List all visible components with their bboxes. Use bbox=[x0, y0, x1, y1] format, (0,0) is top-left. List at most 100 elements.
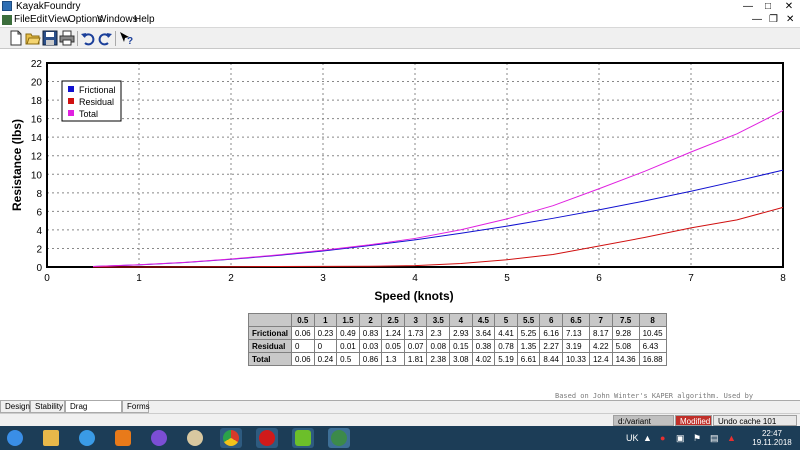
help-icon[interactable]: ? bbox=[118, 30, 134, 46]
minimize-button[interactable]: — bbox=[738, 0, 758, 13]
table-cell: 0.83 bbox=[358, 326, 383, 340]
open-icon[interactable] bbox=[25, 30, 41, 46]
menu-edit[interactable]: Edit bbox=[30, 13, 47, 27]
title-bar: KayakFoundry — □ ✕ bbox=[0, 0, 800, 14]
undo-icon[interactable] bbox=[80, 30, 96, 46]
legend-residual: Residual bbox=[79, 97, 114, 107]
table-header-cell: 6.5 bbox=[561, 313, 590, 327]
table-cell: 1.24 bbox=[381, 326, 405, 340]
y-tick-label: 14 bbox=[31, 133, 43, 144]
table-cell: 2.38 bbox=[426, 352, 451, 366]
table-cell: 0.49 bbox=[336, 326, 360, 340]
print-icon[interactable] bbox=[59, 30, 75, 46]
x-tick-label: 4 bbox=[412, 273, 418, 284]
media-player-icon[interactable] bbox=[112, 428, 134, 448]
table-header-cell: 0.5 bbox=[291, 313, 315, 327]
table-cell: 1.73 bbox=[403, 326, 428, 340]
series-line-total bbox=[92, 110, 784, 267]
antivirus-icon[interactable]: ● bbox=[660, 426, 665, 450]
table-header-cell: 1.5 bbox=[336, 313, 360, 327]
chrome-icon[interactable] bbox=[220, 428, 242, 448]
table-header-cell: 7 bbox=[588, 313, 613, 327]
table-cell: 5.08 bbox=[611, 339, 640, 353]
menu-view[interactable]: View bbox=[48, 13, 70, 27]
table-cell: 6.61 bbox=[516, 352, 541, 366]
tab-forms[interactable]: Forms bbox=[122, 401, 150, 413]
close-button[interactable]: ✕ bbox=[778, 0, 800, 13]
table-cell: 5.25 bbox=[516, 326, 541, 340]
paint-icon[interactable] bbox=[184, 428, 206, 448]
kayakfoundry-icon[interactable] bbox=[328, 428, 350, 448]
table-header-cell: 6 bbox=[539, 313, 563, 327]
speaker-icon[interactable]: ▲ bbox=[727, 426, 736, 450]
table-cell: 0.38 bbox=[471, 339, 496, 353]
y-axis-ticks: 0 2 4 6 8 10 12 14 16 18 20 22 bbox=[31, 59, 43, 274]
opera-icon[interactable] bbox=[256, 428, 278, 448]
table-header-cell: 8 bbox=[638, 313, 667, 327]
y-tick-label: 2 bbox=[36, 244, 42, 255]
menu-file[interactable]: File bbox=[14, 13, 30, 27]
start-icon[interactable] bbox=[4, 428, 26, 448]
x-axis-ticks: 0 1 2 3 4 5 6 7 8 bbox=[44, 273, 786, 284]
table-header-cell: 4 bbox=[449, 313, 473, 327]
status-file: d:/variant 111.yak bbox=[613, 415, 674, 437]
legend-swatch-residual bbox=[68, 98, 74, 104]
taskbar: UK ▲ ● ▣ ⚑ ▤ ▲ 22:47 19.11.2018 bbox=[0, 426, 800, 450]
redo-icon[interactable] bbox=[97, 30, 113, 46]
x-tick-label: 1 bbox=[136, 273, 142, 284]
doc-restore-button[interactable]: ❐ bbox=[769, 13, 778, 27]
table-row-label: Frictional bbox=[247, 326, 293, 340]
y-tick-label: 8 bbox=[36, 189, 42, 200]
clock[interactable]: 22:47 19.11.2018 bbox=[752, 429, 792, 447]
table-cell: 2.93 bbox=[449, 326, 473, 340]
doc-close-button[interactable]: ✕ bbox=[786, 13, 794, 27]
x-tick-label: 5 bbox=[504, 273, 510, 284]
series-line-frictional bbox=[92, 169, 784, 267]
network-icon[interactable]: ▤ bbox=[710, 426, 719, 450]
table-row: Residual 0 0 0.01 0.03 0.05 0.07 0.08 0.15 0.38 0.… bbox=[247, 339, 667, 353]
clock-date: 19.11.2018 bbox=[752, 438, 792, 447]
table-cell: 2.27 bbox=[539, 339, 563, 353]
table-cell: 7.13 bbox=[561, 326, 590, 340]
explorer-icon[interactable] bbox=[40, 428, 62, 448]
document-icon[interactable] bbox=[2, 15, 12, 25]
legend-frictional: Frictional bbox=[79, 85, 116, 95]
table-row-label: Total bbox=[247, 352, 293, 366]
y-tick-label: 10 bbox=[31, 170, 43, 181]
table-cell: 10.45 bbox=[638, 326, 667, 340]
tab-drag-prediction[interactable]: Drag Prediction bbox=[65, 401, 122, 423]
tab-stability[interactable]: Stability bbox=[30, 401, 65, 413]
new-icon[interactable] bbox=[8, 30, 24, 46]
utorrent-icon[interactable] bbox=[292, 428, 314, 448]
viber-icon[interactable] bbox=[148, 428, 170, 448]
tab-design[interactable]: Design bbox=[0, 401, 30, 413]
language-indicator[interactable]: UK bbox=[626, 426, 639, 450]
legend-total: Total bbox=[79, 109, 98, 119]
table-header-cell: 1 bbox=[313, 313, 338, 327]
table-cell: 0.07 bbox=[403, 339, 428, 353]
table-header-cell: 2.5 bbox=[381, 313, 405, 327]
doc-minimize-button[interactable]: — bbox=[752, 13, 762, 27]
table-cell: 1.35 bbox=[516, 339, 541, 353]
tray-expand-icon[interactable]: ▲ bbox=[643, 426, 652, 450]
flag-icon[interactable]: ⚑ bbox=[693, 426, 701, 450]
internet-explorer-icon[interactable] bbox=[76, 428, 98, 448]
table-cell: 3.08 bbox=[449, 352, 473, 366]
display-icon[interactable]: ▣ bbox=[676, 426, 685, 450]
table-cell: 6.43 bbox=[638, 339, 667, 353]
table-corner bbox=[247, 313, 293, 327]
legend: Frictional Residual Total bbox=[61, 80, 122, 122]
table-header-cell: 5 bbox=[494, 313, 518, 327]
y-tick-label: 4 bbox=[36, 226, 42, 237]
menu-help[interactable]: Help bbox=[134, 13, 155, 27]
table-header-cell: 5.5 bbox=[516, 313, 541, 327]
y-axis-label: Resistance (lbs) bbox=[10, 119, 24, 211]
x-axis-label: Speed (knots) bbox=[374, 289, 453, 303]
table-cell: 0 bbox=[291, 339, 315, 353]
table-cell: 0.23 bbox=[313, 326, 338, 340]
status-modified: Modified bbox=[675, 415, 712, 426]
save-icon[interactable] bbox=[42, 30, 58, 46]
table-cell: 0.01 bbox=[336, 339, 360, 353]
menu-windows[interactable]: Windows bbox=[97, 13, 138, 27]
maximize-button[interactable]: □ bbox=[758, 0, 778, 13]
